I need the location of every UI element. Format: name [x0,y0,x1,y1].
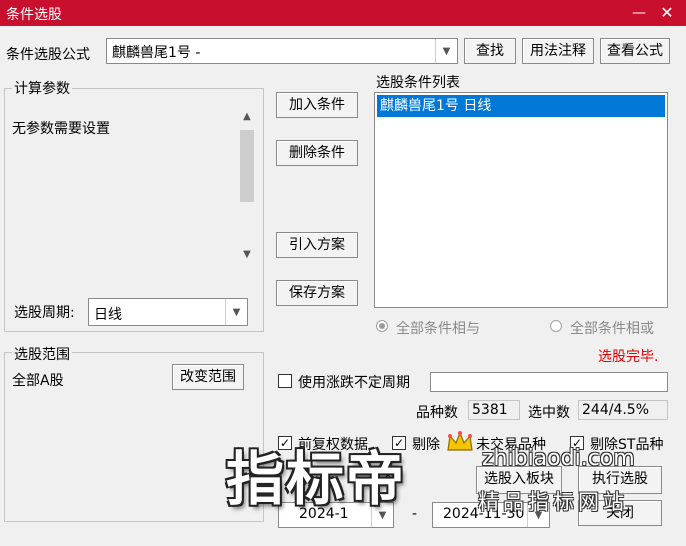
period-select[interactable]: 日线 ▼ [88,298,248,326]
delete-condition-button[interactable]: 删除条件 [276,140,358,166]
title-bar: 条件选股 — ✕ [0,0,686,26]
conditions-title: 选股条件列表 [376,75,460,91]
view-formula-button[interactable]: 查看公式 [600,38,670,64]
usage-notes-button[interactable]: 用法注释 [522,38,594,64]
formula-select[interactable]: 麒麟兽尾1号 - ▼ [106,38,458,64]
watermark-site: zhibiaodi.com [482,446,635,471]
date-dash: - [412,506,418,522]
irregular-period-input[interactable] [430,372,668,392]
window-title: 条件选股 [6,7,62,23]
params-message: 无参数需要设置 [12,121,110,137]
add-condition-button[interactable]: 加入条件 [276,92,358,118]
formula-value: 麒麟兽尾1号 - [112,45,201,61]
selected-label: 选中数 [528,405,570,421]
change-scope-button[interactable]: 改变范围 [172,364,244,390]
period-value: 日线 [94,307,122,323]
count-value: 5381 [468,400,520,420]
selected-value: 244/4.5% [578,400,668,420]
find-button[interactable]: 查找 [464,38,516,64]
chevron-down-icon[interactable]: ▼ [435,39,457,63]
scroll-up-icon[interactable]: ▲ [238,108,256,126]
import-plan-button[interactable]: 引入方案 [276,232,358,258]
params-group-title: 计算参数 [12,78,72,98]
watermark-logo: 指标帝 [226,445,407,513]
params-scrollbar[interactable]: ▲ ▼ [238,108,256,264]
crown-icon [447,431,473,451]
or-label: 全部条件相或 [570,321,654,337]
count-label: 品种数 [416,405,458,421]
formula-label: 条件选股公式 [6,47,90,63]
or-radio[interactable] [550,320,562,332]
chevron-down-icon[interactable]: ▼ [225,299,247,325]
list-item[interactable]: 麒麟兽尾1号 日线 [377,95,665,117]
scope-value: 全部A股 [12,373,64,389]
period-label: 选股周期: [14,305,75,321]
and-radio[interactable] [376,320,388,332]
irregular-period-checkbox[interactable] [278,374,292,388]
save-plan-button[interactable]: 保存方案 [276,280,358,306]
minimize-icon[interactable]: — [628,2,650,24]
and-label: 全部条件相与 [396,321,480,337]
exclude-untraded-label: 剔除 [412,437,440,453]
irregular-period-label: 使用涨跌不定周期 [298,375,410,391]
scroll-thumb[interactable] [240,130,254,202]
conditions-list[interactable]: 麒麟兽尾1号 日线 [374,92,668,308]
scope-group-title: 选股范围 [12,344,72,364]
close-icon[interactable]: ✕ [656,2,678,24]
status-text: 选股完毕. [598,349,659,365]
watermark-slogan: 精品指标网站 [478,490,628,514]
scroll-down-icon[interactable]: ▼ [238,246,256,264]
